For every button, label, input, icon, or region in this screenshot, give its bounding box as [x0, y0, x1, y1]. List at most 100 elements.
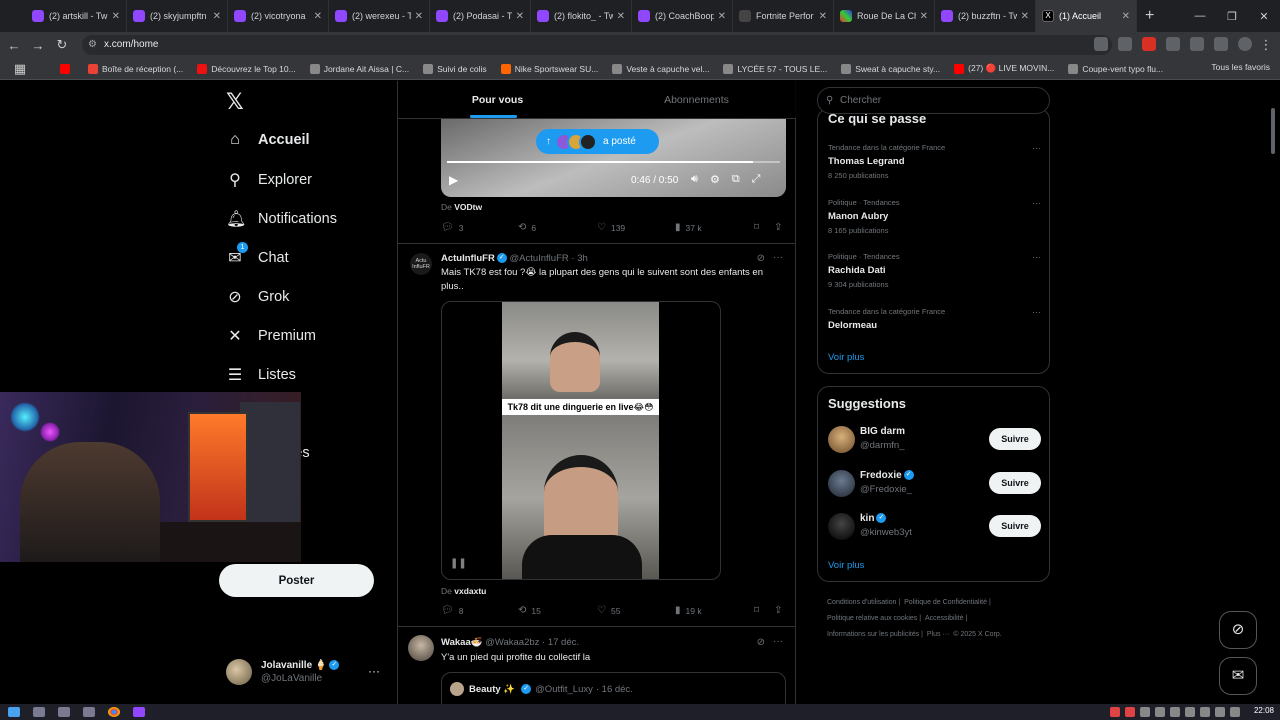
more-icon[interactable]: ··· — [368, 664, 380, 678]
trend-item[interactable]: Tendance dans la catégorie France Delorm… — [828, 307, 1041, 331]
like-button[interactable]: ♡ 55 — [597, 605, 620, 616]
footer-link[interactable]: Accessibilité — [925, 615, 964, 622]
media-icon[interactable] — [1214, 37, 1228, 51]
share-button[interactable]: ⇪ — [774, 222, 787, 233]
browser-tab[interactable]: Roue De La Ch ✕ — [834, 0, 935, 32]
source-link[interactable]: VODtw — [454, 202, 482, 212]
nav-item-lists[interactable]: ☰ Listes — [226, 365, 296, 385]
puzzle-icon[interactable] — [1190, 37, 1204, 51]
grok-icon[interactable]: ⊘ — [757, 637, 765, 648]
bookmark[interactable] — [60, 63, 74, 74]
volume-icon[interactable]: 🔊︎ — [691, 173, 698, 186]
suggestion-item[interactable]: BIG darm @darmfn_ Suivre — [828, 425, 1041, 455]
bookmark[interactable]: Boîte de réception (... — [88, 63, 183, 74]
close-icon[interactable]: ✕ — [112, 11, 120, 22]
browser-tab[interactable]: (2) flokito_ - Tw ✕ — [531, 0, 632, 32]
video-player[interactable]: Tk78 dit une dinguerie en live😂😳 ❚❚ — [441, 301, 721, 580]
windows-start-icon[interactable] — [8, 707, 20, 717]
browser-tab[interactable]: (2) vicotryona ✕ — [228, 0, 329, 32]
extension-icon[interactable] — [1142, 37, 1156, 51]
trend-item[interactable]: Tendance dans la catégorie France Thomas… — [828, 143, 1041, 180]
nav-item-grok[interactable]: ⊘ Grok — [226, 287, 289, 307]
more-icon[interactable]: ··· — [1032, 143, 1041, 153]
follow-button[interactable]: Suivre — [989, 472, 1041, 494]
views-button[interactable]: ▮ 37 k — [675, 222, 702, 233]
footer-link[interactable]: Politique de Confidentialité — [904, 599, 987, 606]
grok-floating-button[interactable]: ⊘ — [1219, 611, 1257, 649]
search-input[interactable]: ⚲ Chercher — [817, 87, 1050, 114]
close-icon[interactable]: ✕ — [1021, 11, 1029, 22]
bookmark[interactable]: LYCÉE 57 - TOUS LE... — [723, 63, 827, 74]
close-icon[interactable]: ✕ — [718, 11, 726, 22]
wifi-icon[interactable] — [1215, 707, 1225, 717]
footer-link[interactable]: Informations sur les publicités — [827, 631, 919, 638]
x-logo-icon[interactable]: 𝕏 — [226, 89, 244, 115]
settings-icon[interactable]: ⚙ — [710, 173, 720, 186]
quoted-tweet[interactable]: Beauty ✨ ✓ @Outfit_Luxy · 16 déc. — [441, 672, 786, 704]
forward-icon[interactable]: → — [26, 38, 50, 53]
close-icon[interactable]: ✕ — [1122, 11, 1130, 22]
author-handle[interactable]: @Wakaa2bz — [485, 637, 539, 648]
avatar[interactable] — [408, 635, 434, 661]
url-field[interactable]: ⚙ x.com/home — [82, 35, 1112, 55]
tray-icon[interactable] — [1125, 707, 1135, 717]
bookmark[interactable]: Sweat à capuche sty... — [841, 63, 940, 74]
bookmark[interactable]: Coupe-vent typo flu... — [1068, 63, 1163, 74]
trend-item[interactable]: Politique · Tendances Rachida Dati 9 304… — [828, 252, 1041, 289]
fullscreen-icon[interactable]: ⤢ — [752, 173, 761, 186]
follow-button[interactable]: Suivre — [989, 428, 1041, 450]
apps-icon[interactable]: ▦ — [8, 61, 32, 77]
close-icon[interactable]: ✕ — [415, 11, 423, 22]
browser-tab[interactable]: (2) CoachBoop ✕ — [632, 0, 733, 32]
chrome-icon[interactable] — [108, 707, 120, 717]
video-progress[interactable] — [447, 161, 780, 163]
browser-tab[interactable]: (2) skyjumpftn ✕ — [127, 0, 228, 32]
nav-item-premium[interactable]: ✕ Premium — [226, 326, 316, 346]
repost-button[interactable]: ⟲ 15 — [518, 605, 541, 616]
trend-item[interactable]: Politique · Tendances Manon Aubry 8 165 … — [828, 198, 1041, 235]
close-icon[interactable]: ✕ — [314, 11, 322, 22]
browser-tab[interactable]: (2) werexeu - T ✕ — [329, 0, 430, 32]
nav-item-notifications[interactable]: 🔔︎ Notifications — [226, 209, 337, 229]
site-info-icon[interactable]: ⚙ — [88, 35, 97, 55]
maximize-icon[interactable]: ❐ — [1216, 0, 1248, 32]
page-scrollbar[interactable] — [1271, 108, 1275, 154]
bookmark-button[interactable]: ⌑ — [754, 222, 764, 233]
bookmark[interactable]: Jordane Ait Aissa | C... — [309, 63, 409, 74]
close-icon[interactable]: ✕ — [516, 11, 524, 22]
nav-item-explore[interactable]: ⚲ Explorer — [226, 170, 312, 190]
bookmark[interactable]: (27) 🔴 LIVE MOVIN... — [954, 63, 1054, 74]
footer-link[interactable]: Politique relative aux cookies — [827, 615, 917, 622]
folder-icon[interactable] — [58, 707, 70, 717]
new-tab-button[interactable]: + — [1145, 7, 1154, 25]
close-window-icon[interactable]: ✕ — [1248, 0, 1280, 32]
tray-icon[interactable] — [1155, 707, 1165, 717]
more-icon[interactable]: ··· — [773, 636, 783, 647]
pause-icon[interactable]: ❚❚ — [450, 558, 467, 569]
show-more-suggestions[interactable]: Voir plus — [828, 560, 864, 571]
bookmark[interactable]: Suivi de colis — [423, 63, 487, 74]
browser-tab-active[interactable]: X (1) Accueil ✕ — [1036, 0, 1137, 32]
tab-for-you[interactable]: Pour vous — [398, 81, 597, 118]
search-icon[interactable] — [33, 707, 45, 717]
source-link[interactable]: vxdaxtu — [454, 586, 486, 596]
twitch-icon[interactable] — [133, 707, 145, 717]
volume-icon[interactable] — [1230, 707, 1240, 717]
tray-icon[interactable] — [1200, 707, 1210, 717]
install-icon[interactable] — [1094, 37, 1108, 51]
reload-icon[interactable]: ↻ — [50, 37, 74, 53]
all-favorites[interactable]: Tous les favoris — [1211, 62, 1270, 72]
close-icon[interactable]: ✕ — [213, 11, 221, 22]
suggestion-item[interactable]: Fredoxie ✓ @Fredoxie_ Suivre — [828, 469, 1041, 499]
footer-link[interactable]: Conditions d'utilisation — [827, 599, 896, 606]
tray-icon[interactable] — [1185, 707, 1195, 717]
repost-button[interactable]: ⟲ 6 — [518, 222, 536, 233]
browser-tab[interactable]: (2) buzzftn - Tw ✕ — [935, 0, 1036, 32]
author-handle[interactable]: @ActuInfluFR — [509, 253, 568, 264]
author-name[interactable]: ActuInfluFR — [441, 253, 495, 264]
more-icon[interactable]: ··· — [1032, 307, 1041, 317]
browser-tab[interactable]: (2) Podasai - Tw✕ — [430, 0, 531, 32]
browser-tab[interactable]: (2) artskill - Tw ✕ — [26, 0, 127, 32]
extension-icon[interactable] — [1166, 37, 1180, 51]
tab-following[interactable]: Abonnements — [597, 81, 796, 118]
